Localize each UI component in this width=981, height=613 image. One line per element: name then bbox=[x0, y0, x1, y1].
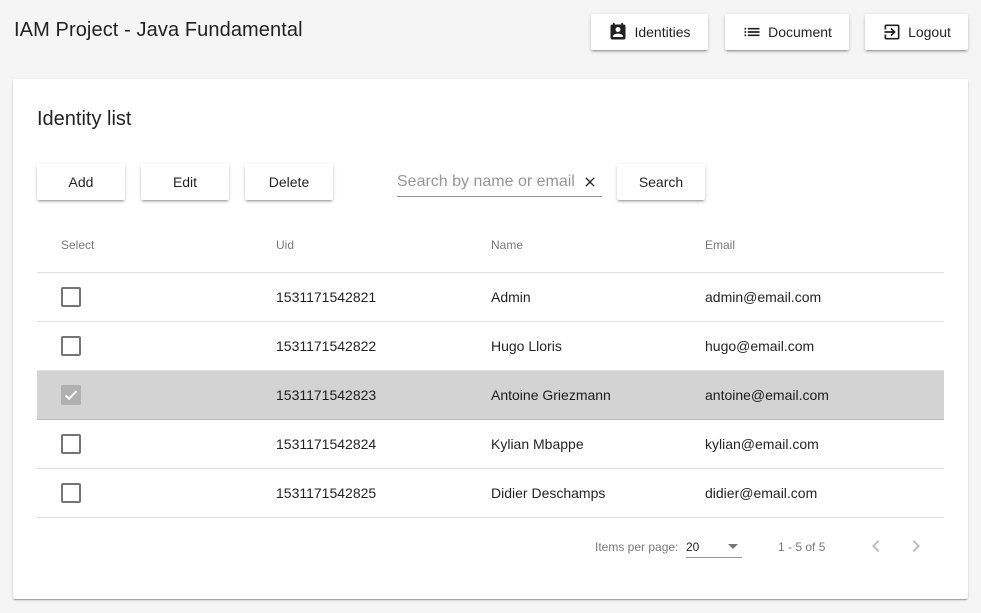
top-toolbar: IAM Project - Java Fundamental Identitie… bbox=[0, 0, 981, 64]
cell-name: Admin bbox=[491, 289, 531, 305]
add-button[interactable]: Add bbox=[37, 164, 125, 200]
cell-uid: 1531171542822 bbox=[276, 338, 377, 354]
logout-button[interactable]: Logout bbox=[865, 14, 968, 50]
page-size-value: 20 bbox=[686, 540, 700, 554]
table-row[interactable]: 1531171542824 Kylian Mbappe kylian@email… bbox=[37, 420, 944, 469]
row-checkbox[interactable] bbox=[61, 336, 81, 356]
cell-name: Hugo Lloris bbox=[491, 338, 562, 354]
triangle-down-icon bbox=[728, 544, 738, 549]
cell-name: Kylian Mbappe bbox=[491, 436, 584, 452]
list-icon bbox=[744, 27, 760, 37]
table-row[interactable]: 1531171542825 Didier Deschamps didier@em… bbox=[37, 469, 944, 518]
cell-email: antoine@email.com bbox=[705, 387, 829, 403]
items-per-page-label: Items per page: bbox=[595, 540, 679, 554]
row-checkbox[interactable] bbox=[61, 483, 81, 503]
paginator: Items per page: 20 1 - 5 of 5 bbox=[13, 526, 968, 582]
row-checkbox-checked[interactable] bbox=[61, 385, 81, 405]
search-button[interactable]: Search bbox=[617, 164, 705, 200]
cell-email: hugo@email.com bbox=[705, 338, 815, 354]
exit-icon bbox=[884, 24, 900, 40]
column-header-select[interactable]: Select bbox=[61, 238, 94, 252]
edit-button[interactable]: Edit bbox=[141, 164, 229, 200]
row-checkbox[interactable] bbox=[61, 287, 81, 307]
identity-table: Select Uid Name Email 1531171542821 Admi… bbox=[37, 216, 944, 518]
cell-name: Didier Deschamps bbox=[491, 485, 606, 501]
page-title: Identity list bbox=[37, 108, 132, 130]
chevron-left-icon[interactable] bbox=[864, 534, 888, 558]
cell-email: kylian@email.com bbox=[705, 436, 819, 452]
app-title: IAM Project - Java Fundamental bbox=[14, 19, 303, 41]
identity-card: Identity list Add Edit Delete Search Sel… bbox=[13, 79, 968, 599]
column-header-name[interactable]: Name bbox=[491, 238, 523, 252]
delete-button[interactable]: Delete bbox=[245, 164, 333, 200]
table-row-selected[interactable]: 1531171542823 Antoine Griezmann antoine@… bbox=[37, 371, 944, 420]
contact-card-icon bbox=[610, 22, 626, 40]
cell-uid: 1531171542824 bbox=[276, 436, 377, 452]
table-header: Select Uid Name Email bbox=[37, 216, 944, 273]
column-header-email[interactable]: Email bbox=[705, 238, 735, 252]
document-button[interactable]: Document bbox=[725, 14, 849, 50]
close-icon[interactable] bbox=[582, 174, 598, 190]
search-field bbox=[397, 167, 602, 197]
page-size-select[interactable]: 20 bbox=[686, 534, 742, 558]
cell-email: admin@email.com bbox=[705, 289, 822, 305]
row-checkbox[interactable] bbox=[61, 434, 81, 454]
chevron-right-icon[interactable] bbox=[904, 534, 928, 558]
document-label: Document bbox=[768, 24, 832, 40]
identities-button[interactable]: Identities bbox=[591, 14, 708, 50]
table-row[interactable]: 1531171542822 Hugo Lloris hugo@email.com bbox=[37, 322, 944, 371]
page-range-label: 1 - 5 of 5 bbox=[778, 540, 826, 554]
cell-email: didier@email.com bbox=[705, 485, 818, 501]
logout-label: Logout bbox=[908, 24, 951, 40]
cell-uid: 1531171542821 bbox=[276, 289, 377, 305]
cell-uid: 1531171542825 bbox=[276, 485, 377, 501]
search-input[interactable] bbox=[397, 171, 577, 193]
column-header-uid[interactable]: Uid bbox=[276, 238, 294, 252]
cell-name: Antoine Griezmann bbox=[491, 387, 611, 403]
cell-uid: 1531171542823 bbox=[276, 387, 377, 403]
identities-label: Identities bbox=[634, 24, 691, 40]
table-row[interactable]: 1531171542821 Admin admin@email.com bbox=[37, 273, 944, 322]
checkmark-icon bbox=[65, 390, 78, 401]
